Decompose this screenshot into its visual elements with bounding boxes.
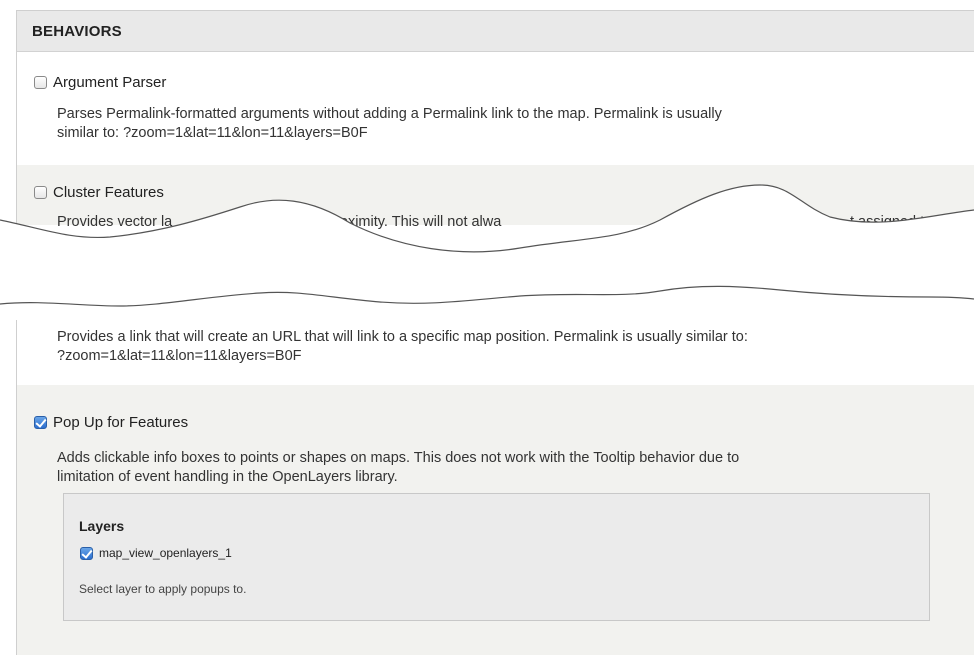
popup-features-label: Pop Up for Features xyxy=(53,414,189,431)
layers-help-text: Select layer to apply popups to. xyxy=(79,582,247,596)
description-line: ?zoom=1&lat=11&lon=11&layers=B0F xyxy=(57,348,302,364)
torn-break xyxy=(0,184,974,320)
behaviors-panel: BEHAVIORS Argument Parser Parses Permali… xyxy=(16,10,974,655)
description-line: Provides a link that will create an URL … xyxy=(57,329,748,345)
description-line: similar to: ?zoom=1&lat=11&lon=11&layers… xyxy=(57,125,368,141)
argument-parser-description: Parses Permalink-formatted arguments wit… xyxy=(57,105,957,143)
section-header: BEHAVIORS xyxy=(17,11,974,52)
popup-features-checkbox[interactable] xyxy=(34,416,47,429)
layer-label: map_view_openlayers_1 xyxy=(99,546,232,560)
description-line: limitation of event handling in the Open… xyxy=(57,469,398,485)
layer-checkbox[interactable] xyxy=(80,546,93,560)
layers-title: Layers xyxy=(79,518,125,534)
popup-features-option[interactable]: Pop Up for Features xyxy=(34,414,188,431)
behavior-permalink: Provides a link that will create an URL … xyxy=(17,311,974,385)
description-line: Parses Permalink-formatted arguments wit… xyxy=(57,106,722,122)
popup-settings-box: Layers map_view_openlayers_1 Select laye… xyxy=(63,493,930,621)
layer-option[interactable]: map_view_openlayers_1 xyxy=(80,546,232,560)
argument-parser-checkbox[interactable] xyxy=(34,76,47,89)
tear-top-edge xyxy=(0,185,974,320)
argument-parser-option[interactable]: Argument Parser xyxy=(34,74,166,91)
popup-features-description: Adds clickable info boxes to points or s… xyxy=(57,449,972,487)
behavior-argument-parser: Argument Parser Parses Permalink-formatt… xyxy=(17,52,974,165)
behavior-popup-features: Pop Up for Features Adds clickable info … xyxy=(17,385,974,655)
argument-parser-label: Argument Parser xyxy=(53,74,167,91)
permalink-description: Provides a link that will create an URL … xyxy=(57,328,972,366)
description-line: Adds clickable info boxes to points or s… xyxy=(57,450,740,466)
